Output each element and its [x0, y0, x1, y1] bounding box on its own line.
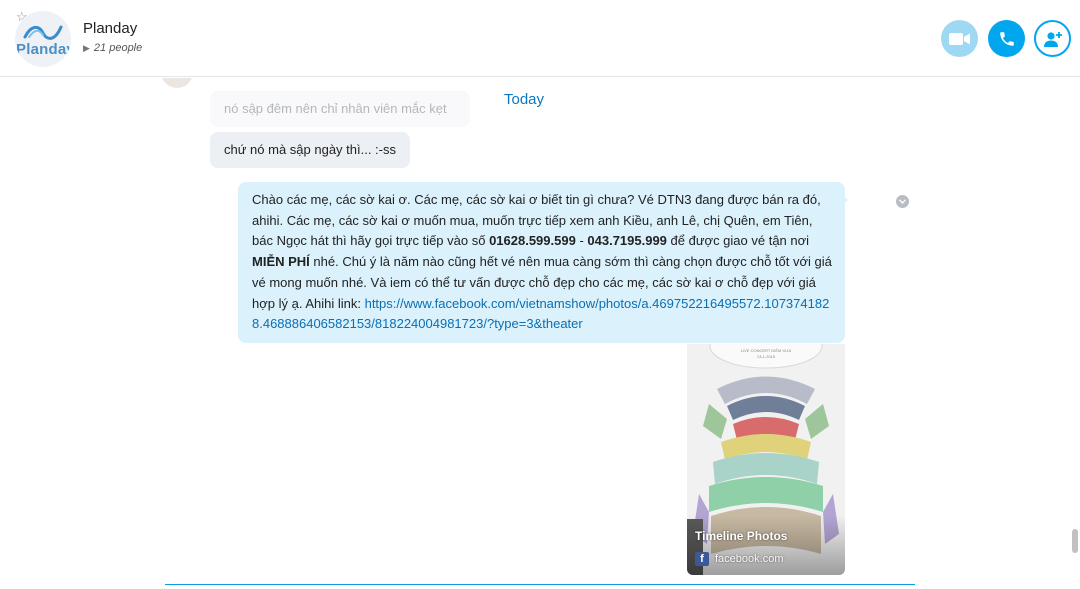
conversation-header: ☆ Planday Planday ▶ 21 people [0, 0, 1080, 77]
incoming-message[interactable]: nó sập đêm nên chỉ nhân viên mắc kẹt [210, 91, 470, 127]
phone-icon [999, 31, 1014, 46]
conversation-title[interactable]: Planday [83, 20, 137, 37]
chevron-down-icon [899, 199, 906, 204]
participants-count[interactable]: ▶ 21 people [83, 42, 142, 54]
group-avatar[interactable]: Planday [15, 11, 71, 67]
message-text: để được giao vé tận nơi [666, 233, 810, 249]
audio-call-button[interactable] [988, 20, 1025, 57]
message-text: - [575, 233, 588, 249]
expand-triangle-icon: ▶ [83, 43, 90, 53]
incoming-message[interactable]: chứ nó mà sập ngày thì... :-ss [210, 132, 411, 168]
add-people-button[interactable] [1034, 20, 1071, 57]
video-camera-icon [948, 32, 970, 45]
phone-number: 01628.599.599 [489, 233, 576, 249]
preview-site: facebook.com [715, 553, 784, 565]
video-call-button[interactable] [941, 20, 978, 57]
message-list[interactable]: nó sập đêm nên chỉ nhân viên mắc kẹt Tod… [0, 78, 1080, 589]
date-separator: Today [504, 91, 545, 108]
message-options-button[interactable] [896, 195, 909, 208]
planday-logo-icon [23, 25, 63, 40]
avatar[interactable] [161, 78, 193, 88]
add-person-icon [1043, 31, 1062, 47]
bubble-tail [836, 192, 848, 208]
svg-text:13-1-2015: 13-1-2015 [757, 354, 776, 359]
participants-count-label: 21 people [93, 42, 143, 54]
scrollbar[interactable] [1070, 78, 1080, 589]
phone-number: 043.7195.999 [587, 233, 667, 249]
facebook-icon: f [695, 552, 709, 566]
avatar-logo-text: Planday [16, 41, 71, 58]
outgoing-message[interactable]: Chào các mẹ, các sờ kai ơ. Các mẹ, các s… [238, 182, 845, 343]
scrollbar-thumb[interactable] [1072, 529, 1078, 553]
preview-caption [687, 515, 845, 575]
emphasis-text: MIỄN PHÍ [252, 254, 310, 270]
link-preview-card[interactable]: Ô CỬA GHẾ NGỒI LIVE CONCERT DIỄM XƯA 13-… [687, 344, 845, 575]
preview-title[interactable]: Timeline Photos [695, 529, 787, 543]
compose-divider [165, 584, 915, 585]
svg-text:LIVE CONCERT DIỄM XƯA: LIVE CONCERT DIỄM XƯA [741, 348, 792, 353]
